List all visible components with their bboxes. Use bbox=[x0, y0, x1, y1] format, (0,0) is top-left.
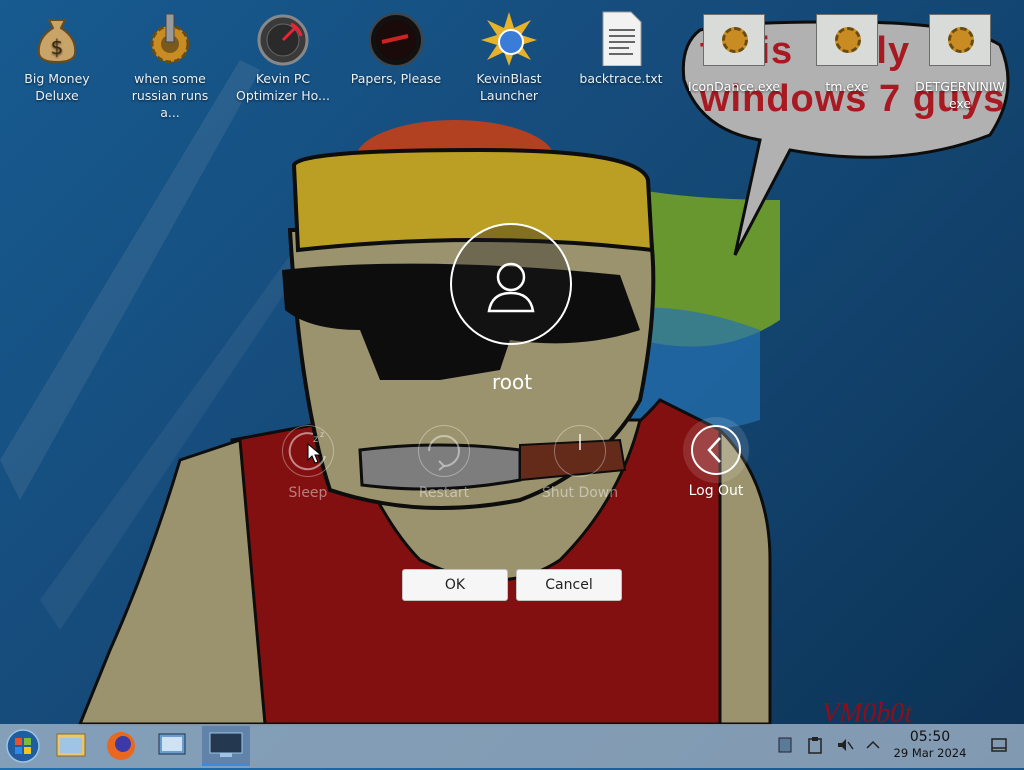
desktop-icon-label-icondance: IconDance.exe bbox=[687, 79, 781, 94]
desktop-icon-label-line1: KevinBlast bbox=[476, 71, 542, 86]
text-file-icon bbox=[593, 10, 649, 67]
logout-label: Log Out bbox=[688, 483, 744, 499]
desktop-icon-label-detgerniniw: DETGERNINIW bbox=[915, 79, 1005, 94]
restart-label: Restart bbox=[418, 485, 470, 501]
desktop-icon-tm[interactable] bbox=[816, 14, 878, 66]
mouse-cursor bbox=[307, 443, 323, 464]
user-avatar bbox=[450, 223, 572, 345]
clipboard-icon[interactable] bbox=[806, 736, 824, 754]
desktop-icon-kevinblast-launcher[interactable]: KevinBlast Launcher bbox=[459, 4, 559, 104]
taskbar bbox=[0, 724, 1024, 768]
vm-desktop-icon bbox=[209, 732, 243, 757]
power-icon bbox=[554, 425, 606, 477]
file-manager-icon bbox=[56, 733, 86, 757]
gear-box-icon bbox=[722, 27, 748, 53]
clock-time[interactable]: 05:50 bbox=[890, 729, 970, 745]
taskbar-system-settings[interactable] bbox=[151, 726, 193, 766]
gear-icon bbox=[142, 10, 198, 66]
updates-icon[interactable] bbox=[776, 736, 794, 754]
desktop-icon-detgerniniw[interactable] bbox=[929, 14, 991, 66]
desktop-icon-label-detgerniniw-line2: exe bbox=[948, 96, 972, 111]
sleep-label: Sleep bbox=[288, 485, 328, 501]
money-bag-icon: $ bbox=[29, 10, 85, 66]
desktop-icon-label-line1: backtrace.txt bbox=[579, 71, 663, 86]
desktop-icon-backtrace[interactable]: backtrace.txt bbox=[571, 4, 671, 87]
gear-box-icon bbox=[835, 27, 861, 53]
clock-date[interactable]: 29 Mar 2024 bbox=[880, 746, 980, 760]
desktop-icon-papers-please[interactable]: Papers, Please bbox=[346, 4, 446, 87]
papers-please-icon bbox=[368, 10, 424, 67]
back-chevron-icon bbox=[691, 425, 741, 475]
shutdown-button[interactable]: Shut Down bbox=[525, 425, 635, 501]
svg-text:$: $ bbox=[51, 35, 64, 59]
desktop-icon-label-line1: when some bbox=[134, 71, 206, 86]
desktop-icon-kevin-pc-optimizer[interactable]: Kevin PC Optimizer Ho... bbox=[233, 4, 333, 104]
start-orb-icon bbox=[6, 729, 40, 763]
system-settings-icon bbox=[158, 733, 186, 755]
shutdown-label: Shut Down bbox=[541, 485, 619, 501]
volume-muted-icon[interactable] bbox=[836, 736, 854, 754]
restart-button[interactable]: Restart bbox=[389, 425, 499, 501]
desktop-icon-label-tm: tm.exe bbox=[825, 79, 869, 94]
restart-icon bbox=[418, 425, 470, 477]
gauge-icon bbox=[255, 10, 311, 66]
desktop-icon-label-line2: russian runs a... bbox=[131, 88, 209, 120]
desktop-icon-label-line1: Kevin PC bbox=[255, 71, 311, 86]
show-desktop-icon[interactable] bbox=[990, 736, 1008, 754]
cancel-button[interactable]: Cancel bbox=[516, 569, 622, 601]
ok-button[interactable]: OK bbox=[402, 569, 508, 601]
logout-button[interactable]: Log Out bbox=[661, 425, 771, 499]
desktop-icon-big-money-deluxe[interactable]: $ Big Money Deluxe bbox=[7, 4, 107, 104]
firefox-icon bbox=[107, 732, 135, 760]
user-icon bbox=[487, 262, 535, 313]
desktop-icon-label-line2: Optimizer Ho... bbox=[236, 88, 330, 103]
username-label: root bbox=[491, 370, 533, 394]
starburst-icon bbox=[481, 10, 537, 66]
desktop-icon-label-line2: Deluxe bbox=[35, 88, 79, 103]
desktop-icon-label-line2: Launcher bbox=[479, 88, 539, 103]
desktop-icon-icondance[interactable] bbox=[703, 14, 765, 66]
taskbar-file-manager[interactable] bbox=[49, 726, 91, 766]
taskbar-vm-desktop[interactable] bbox=[202, 726, 250, 766]
desktop-icon-russian[interactable]: when some russian runs a... bbox=[120, 4, 220, 121]
svg-text:z: z bbox=[320, 430, 324, 439]
gear-box-icon bbox=[948, 27, 974, 53]
desktop-icon-label-line1: Papers, Please bbox=[350, 71, 442, 86]
desktop-icon-label-line1: Big Money bbox=[24, 71, 90, 86]
start-button[interactable] bbox=[2, 726, 44, 766]
taskbar-firefox[interactable] bbox=[100, 726, 142, 766]
